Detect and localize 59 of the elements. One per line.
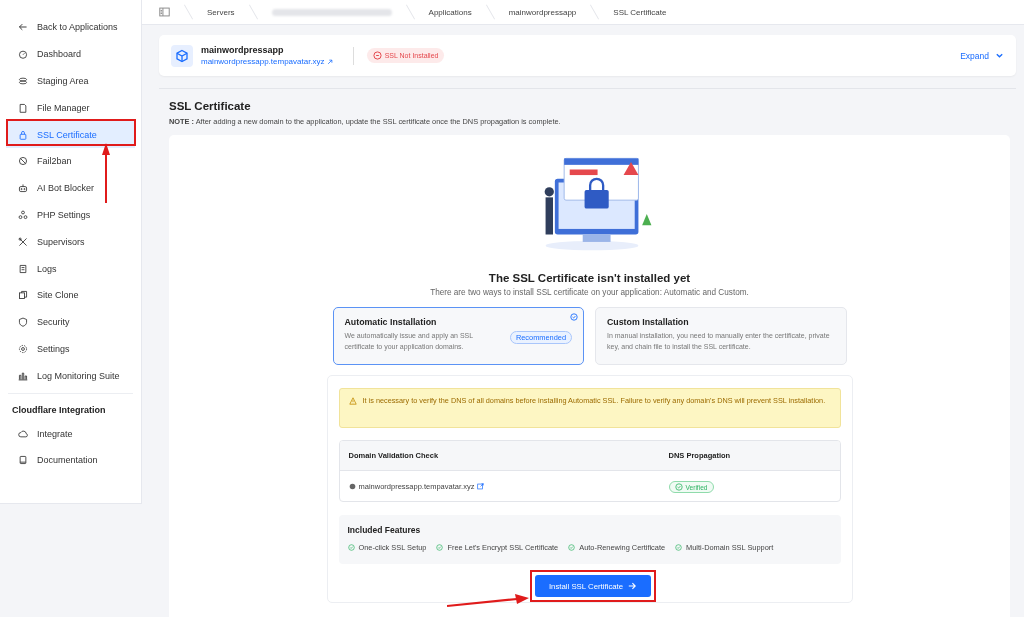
back-link[interactable]: Back to Applications xyxy=(6,14,135,41)
menu-item-icon xyxy=(18,455,28,466)
breadcrumb-link[interactable]: Applications xyxy=(428,7,472,17)
menu-item-icon xyxy=(18,102,28,113)
panel-heading: The SSL Certificate isn't installed yet xyxy=(488,272,691,284)
check-circle-icon xyxy=(347,544,355,551)
cube-icon xyxy=(171,44,193,67)
check-circle-icon xyxy=(568,544,576,551)
sidebar-item[interactable]: Documentation xyxy=(6,446,135,474)
sidebar-item[interactable]: File Manager xyxy=(6,94,135,122)
sidebar-item[interactable]: AI Bot Blocker xyxy=(6,174,135,202)
annotation-arrow xyxy=(101,143,111,203)
sidebar-item[interactable]: Log Monitoring Suite xyxy=(6,362,135,390)
page-title: SSL Certificate xyxy=(169,100,252,112)
menu-item-icon xyxy=(18,156,28,167)
sidebar-item[interactable]: Supervisors xyxy=(6,228,135,256)
sidebar-item[interactable]: Logs xyxy=(6,255,135,282)
sidebar-item[interactable]: Site Clone xyxy=(6,281,135,309)
sidebar-item[interactable]: PHP Settings xyxy=(6,201,135,229)
menu-item-icon xyxy=(18,428,28,439)
features-title: Included Features xyxy=(347,525,422,535)
breadcrumb-link[interactable]: SSL Certificate xyxy=(613,7,667,17)
sidebar-item[interactable]: SSL Certificate xyxy=(6,121,135,148)
sidebar-toggle-icon[interactable] xyxy=(159,7,170,17)
sidebar-item[interactable]: Security xyxy=(6,308,135,336)
menu-item-icon xyxy=(18,317,28,328)
menu-item-icon xyxy=(18,183,28,194)
menu-item-icon xyxy=(18,263,28,274)
sidebar-item[interactable]: Staging Area xyxy=(6,67,135,95)
check-circle-icon xyxy=(675,544,683,551)
breadcrumb-link[interactable]: mainwordpressapp xyxy=(508,7,577,17)
sidebar-item[interactable]: Settings xyxy=(6,335,135,363)
menu-item-icon xyxy=(18,129,28,140)
warning-icon xyxy=(348,397,357,405)
sidebar-item[interactable]: Fail2ban xyxy=(6,148,135,175)
option-title: Automatic Installation xyxy=(344,317,438,327)
sidebar-item[interactable]: Integrate xyxy=(6,420,135,447)
external-link-icon[interactable] xyxy=(477,482,485,490)
check-circle-icon xyxy=(570,313,578,321)
sidebar-section-title: Cloudflare Integration xyxy=(11,404,107,418)
app-name: mainwordpressapp xyxy=(201,45,285,55)
app-url-link[interactable]: mainwordpressapp.tempavatar.xyz xyxy=(201,57,333,66)
chevron-down-icon xyxy=(995,51,1004,60)
check-circle-icon xyxy=(436,544,444,551)
menu-item-icon xyxy=(18,76,28,86)
expand-button[interactable]: Expand xyxy=(960,50,1004,61)
menu-item-icon xyxy=(18,290,28,301)
breadcrumb-link[interactable]: Servers xyxy=(207,7,235,17)
menu-item-icon xyxy=(18,49,28,60)
arrow-right-icon xyxy=(628,582,637,590)
menu-item-icon xyxy=(18,209,28,220)
panel-subheading: There are two ways to install SSL certificate on your application: Automatic and Custom. xyxy=(430,288,749,297)
menu-item-icon xyxy=(18,236,28,247)
sidebar-item[interactable]: Dashboard xyxy=(6,40,135,68)
option-title: Custom Installation xyxy=(607,317,690,327)
menu-item-icon xyxy=(18,370,28,381)
external-link-icon xyxy=(326,58,333,65)
menu-item-icon xyxy=(18,343,28,354)
back-arrow-icon xyxy=(18,22,28,33)
